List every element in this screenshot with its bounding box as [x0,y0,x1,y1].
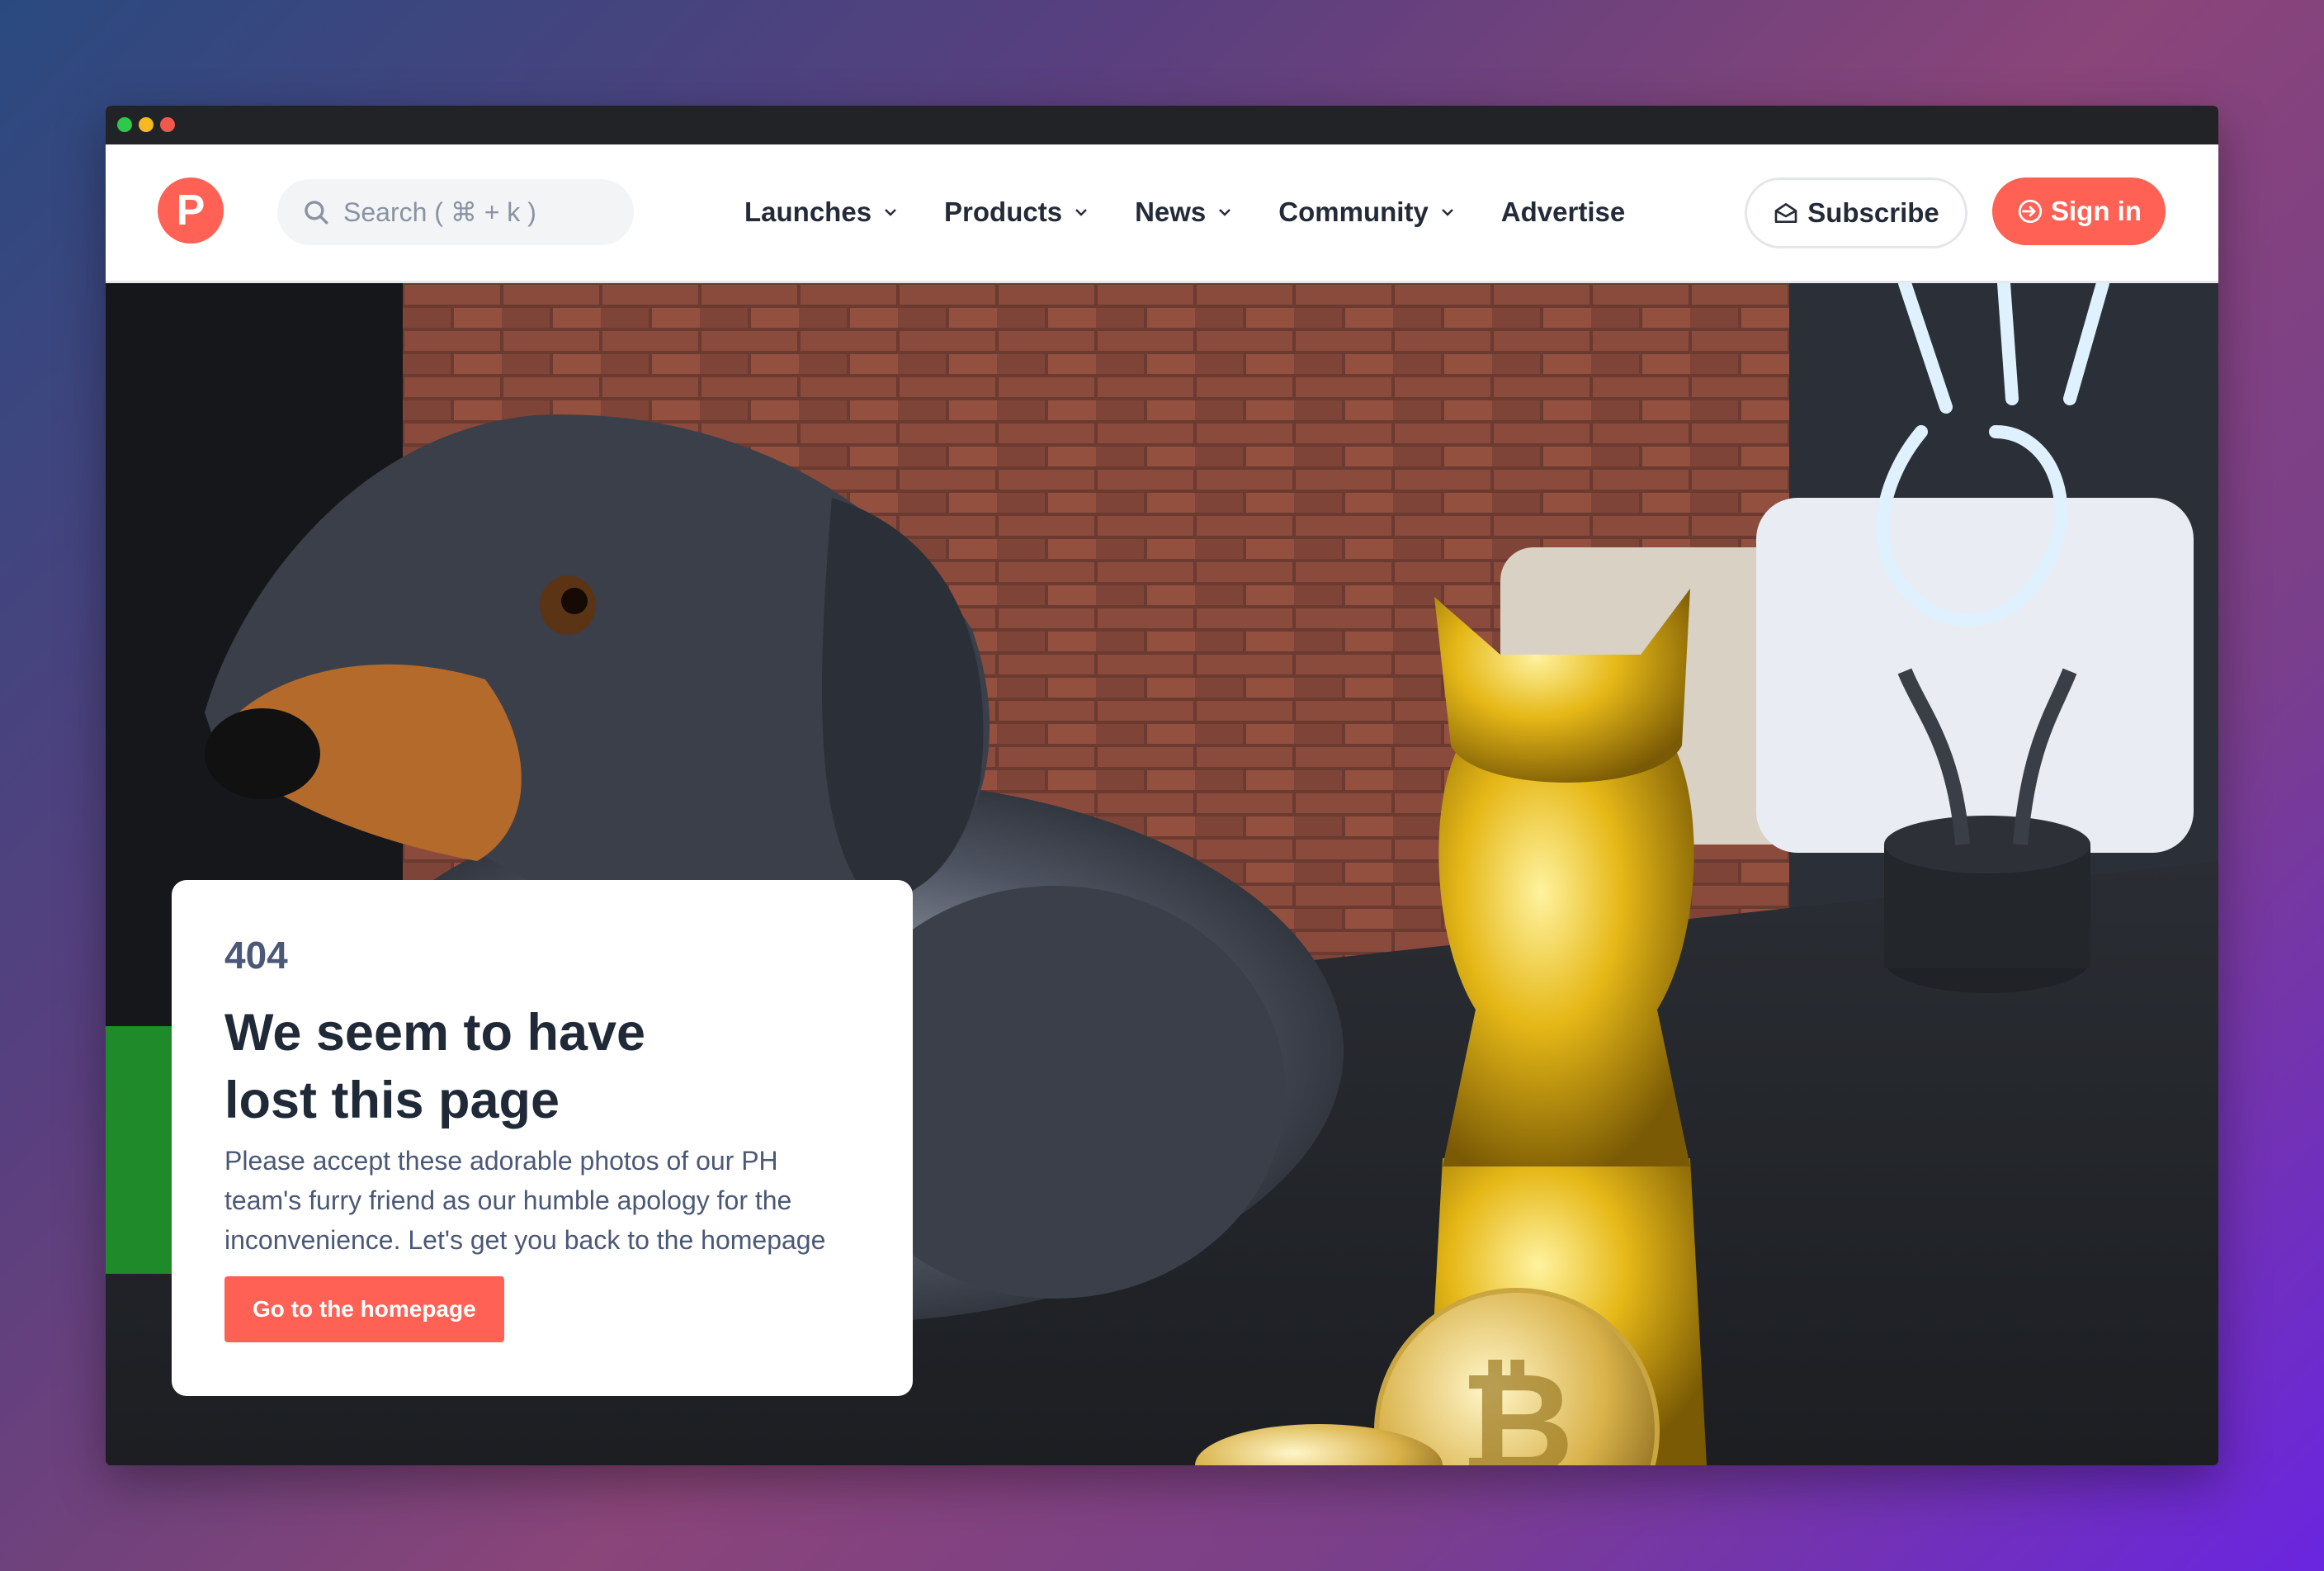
window-zoom-button[interactable] [160,117,175,132]
window-minimize-button[interactable] [139,117,154,132]
nav-products[interactable]: Products [944,196,1089,228]
svg-text:₿: ₿ [1460,1342,1575,1465]
window-close-button[interactable] [117,117,132,132]
search-icon [305,201,328,225]
site-header: P Search ( ⌘ + k ) Launches Products New… [106,144,2218,283]
browser-titlebar [106,106,2218,144]
error-description: Please accept these adorable photos of o… [224,1146,826,1255]
nav-advertise[interactable]: Advertise [1501,196,1625,228]
envelope-icon [1774,203,1797,223]
subscribe-label: Subscribe [1807,197,1939,228]
nav-news[interactable]: News [1135,196,1232,228]
browser-window: P Search ( ⌘ + k ) Launches Products New… [106,106,2218,1465]
nav-advertise-label: Advertise [1500,196,1626,227]
producthunt-logo[interactable]: P [158,177,224,244]
sign-in-label: Sign in [2051,196,2142,226]
subscribe-button[interactable]: Subscribe [1745,177,1967,248]
error-code: 404 [224,934,288,977]
chevron-down-icon [1441,209,1453,216]
nav-community[interactable]: Community [1278,196,1455,228]
nav-launches[interactable]: Launches [744,196,898,228]
nav-news-label: News [1135,196,1207,227]
main-nav: Launches Products News Community Adverti… [744,179,1671,245]
search-input[interactable]: Search ( ⌘ + k ) [277,179,634,245]
chevron-down-icon [885,209,896,216]
chevron-down-icon [1075,209,1087,216]
error-card: 404 We seem to have lost this page Pleas… [172,880,913,1396]
nav-community-label: Community [1278,196,1429,227]
nav-launches-label: Launches [744,196,872,227]
go-to-homepage-button[interactable]: Go to the homepage [224,1276,504,1342]
chevron-down-icon [1219,209,1231,216]
hero-photo-area: ₿ 404 We seem to have lost this page Ple… [106,283,2218,1465]
search-placeholder: Search ( ⌘ + k ) [343,197,536,227]
sign-in-icon [2018,199,2043,224]
sign-in-button[interactable]: Sign in [1992,177,2166,245]
nav-products-label: Products [944,196,1063,227]
error-title: We seem to have lost this page [224,1004,646,1129]
